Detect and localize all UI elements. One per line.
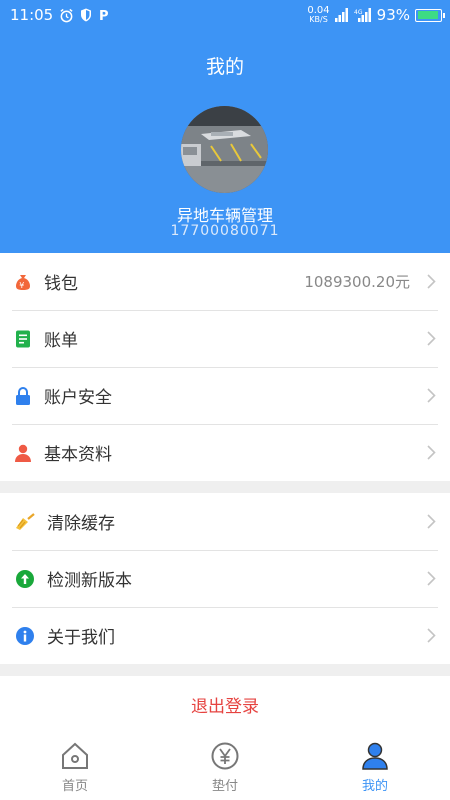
tab-home[interactable]: 首页: [0, 732, 150, 800]
signal-4g-icon: 4G: [354, 8, 372, 22]
alarm-icon: [59, 8, 74, 23]
page-title: 我的: [205, 56, 244, 78]
yen-icon: [210, 742, 240, 774]
chevron-right-icon: [420, 445, 442, 460]
menu-label: 关于我们: [47, 628, 115, 648]
home-icon: [60, 742, 90, 774]
svg-text:4G: 4G: [354, 9, 363, 16]
svg-text:P: P: [99, 9, 109, 22]
chevron-right-icon: [420, 388, 442, 403]
user-icon: [360, 742, 390, 774]
status-bar: 11:05 P 0.04 KB/S 4G 93%: [0, 0, 450, 30]
tab-advance-payment[interactable]: 垫付: [150, 732, 300, 800]
battery-percent: 93%: [376, 6, 410, 24]
signal-icon: [334, 8, 349, 22]
chevron-right-icon: [420, 331, 442, 346]
upload-arrow-icon: [14, 569, 36, 588]
bill-icon: [14, 330, 32, 348]
lock-icon: [14, 386, 32, 405]
menu-group-settings: 清除缓存 检测新版本 关于我们: [0, 493, 450, 664]
tab-label: 垫付: [211, 779, 238, 794]
battery-icon: [415, 8, 445, 22]
user-avatar[interactable]: [181, 106, 268, 193]
bottom-tab-bar: 首页 垫付 我的: [0, 732, 450, 800]
parking-app-icon: P: [98, 8, 111, 22]
menu-item-check-update[interactable]: 检测新版本: [0, 550, 450, 607]
broom-icon: [14, 512, 36, 531]
menu-item-account-security[interactable]: 账户安全: [0, 367, 450, 424]
chevron-right-icon: [420, 274, 442, 289]
menu-label: 钱包: [44, 274, 78, 294]
chevron-right-icon: [420, 514, 442, 529]
status-time: 11:05: [10, 6, 54, 24]
money-bag-icon: ¥: [14, 273, 32, 291]
menu-group-account: ¥ 钱包 1089300.20元 账单 账户安全 基本资料: [0, 253, 450, 481]
profile-header: 11:05 P 0.04 KB/S 4G 93% 我的 异地车辆管理 17700…: [0, 0, 450, 253]
wallet-balance: 1089300.20元: [304, 273, 410, 291]
chevron-right-icon: [420, 571, 442, 586]
svg-text:¥: ¥: [19, 281, 24, 290]
chevron-right-icon: [420, 628, 442, 643]
tab-label: 首页: [61, 779, 88, 794]
menu-item-basic-info[interactable]: 基本资料: [0, 424, 450, 481]
menu-item-bill[interactable]: 账单: [0, 310, 450, 367]
menu-label: 基本资料: [44, 445, 112, 465]
menu-item-clear-cache[interactable]: 清除缓存: [0, 493, 450, 550]
user-phone: 17700080071: [170, 223, 280, 239]
tab-mine[interactable]: 我的: [300, 732, 450, 800]
person-icon: [14, 444, 32, 462]
tab-label: 我的: [361, 779, 388, 794]
logout-button[interactable]: 退出登录: [0, 676, 450, 732]
menu-item-about-us[interactable]: 关于我们: [0, 607, 450, 664]
network-speed: 0.04 KB/S: [307, 5, 330, 24]
menu-label: 清除缓存: [47, 514, 115, 534]
menu-item-wallet[interactable]: ¥ 钱包 1089300.20元: [0, 253, 450, 310]
menu-label: 检测新版本: [47, 571, 132, 591]
info-icon: [14, 626, 36, 645]
menu-label: 账户安全: [44, 388, 112, 408]
menu-label: 账单: [44, 331, 78, 351]
shield-icon: [80, 8, 92, 22]
